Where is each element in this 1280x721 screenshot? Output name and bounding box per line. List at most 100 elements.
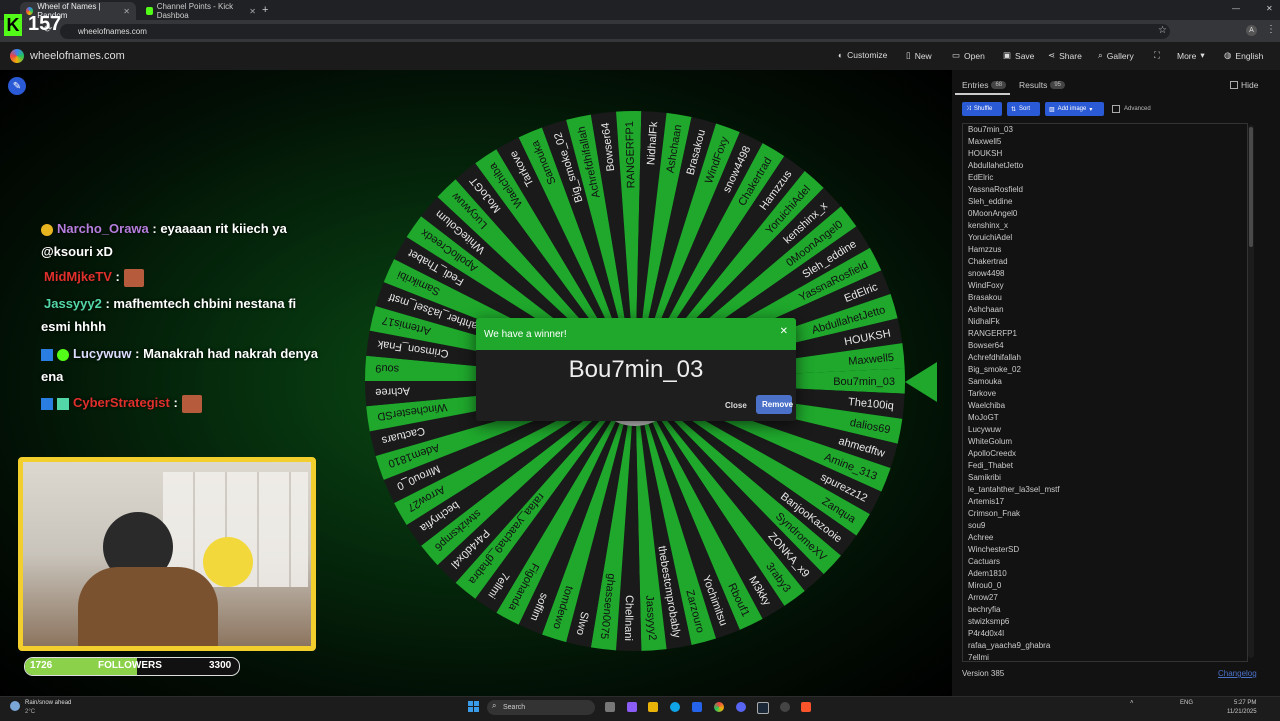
more-button[interactable]: More ▾	[1177, 50, 1205, 61]
entry-line[interactable]: Crimson_Fnak	[963, 508, 1247, 520]
entry-line[interactable]: RANGERFP1	[963, 328, 1247, 340]
brave-icon[interactable]	[801, 702, 811, 712]
entry-line[interactable]: le_tantahther_la3sel_mstf	[963, 484, 1247, 496]
language-button[interactable]: ◍ English	[1224, 50, 1263, 61]
close-tab-icon[interactable]: ✕	[123, 7, 130, 16]
entry-line[interactable]: Artemis17	[963, 496, 1247, 508]
entry-line[interactable]: sou9	[963, 520, 1247, 532]
entry-line[interactable]: Ashchaan	[963, 304, 1247, 316]
entry-line[interactable]: 7ellmi	[963, 652, 1247, 661]
app-title[interactable]: wheelofnames.com	[30, 50, 125, 62]
entry-line[interactable]: Bowser64	[963, 340, 1247, 352]
weather-icon[interactable]	[10, 701, 20, 711]
weather-text[interactable]: Rain/snow ahead	[25, 700, 71, 706]
entry-line[interactable]: NidhalFk	[963, 316, 1247, 328]
file-explorer-icon[interactable]	[648, 702, 658, 712]
chrome-icon[interactable]	[714, 702, 724, 712]
app-icon[interactable]	[627, 702, 637, 712]
tray-chevron-icon[interactable]: ˄	[1130, 700, 1134, 706]
changelog-link[interactable]: Changelog	[1218, 669, 1257, 678]
entry-line[interactable]: Chakertrad	[963, 256, 1247, 268]
entry-line[interactable]: rafaa_yaacha9_ghabra	[963, 640, 1247, 652]
entry-line[interactable]: HOUKSH	[963, 148, 1247, 160]
entry-line[interactable]: WindFoxy	[963, 280, 1247, 292]
shuffle-button[interactable]: ⤨ Shuffle	[962, 102, 1002, 116]
close-tab-icon[interactable]: ✕	[249, 7, 256, 16]
entry-line[interactable]: stwizksmp6	[963, 616, 1247, 628]
entry-line[interactable]: AbdullahetJetto	[963, 160, 1247, 172]
entry-line[interactable]: bechryfia	[963, 604, 1247, 616]
steam-icon[interactable]	[757, 702, 769, 714]
entry-line[interactable]: Waelchiba	[963, 400, 1247, 412]
discord-icon[interactable]	[736, 702, 746, 712]
taskbar-search[interactable]: Search	[487, 700, 595, 715]
entry-line[interactable]: WhiteGolum	[963, 436, 1247, 448]
sort-button[interactable]: ⇅ Sort	[1007, 102, 1040, 116]
close-icon[interactable]: ✕	[780, 326, 788, 337]
entry-line[interactable]: Fedi_Thabet	[963, 460, 1247, 472]
entry-line[interactable]: Bou7min_03	[963, 124, 1247, 136]
customize-button[interactable]: ◐ Customize	[838, 50, 887, 60]
start-button[interactable]	[468, 701, 479, 712]
entry-line[interactable]: Brasakou	[963, 292, 1247, 304]
entries-scrollbar-thumb[interactable]	[1249, 127, 1253, 247]
fullscreen-button[interactable]: ⛶	[1154, 50, 1160, 61]
entry-line[interactable]: Mirou0_0	[963, 580, 1247, 592]
entry-line[interactable]: Samouka	[963, 376, 1247, 388]
obs-icon[interactable]	[780, 702, 790, 712]
clock-date[interactable]: 11/21/2025	[1227, 709, 1257, 715]
store-icon[interactable]	[692, 702, 702, 712]
open-button[interactable]: ▭ Open	[952, 50, 985, 61]
entry-line[interactable]: MoJoGT	[963, 412, 1247, 424]
advanced-toggle[interactable]: Advanced	[1112, 105, 1151, 113]
entry-line[interactable]: Hamzzus	[963, 244, 1247, 256]
entry-line[interactable]: Samikribi	[963, 472, 1247, 484]
window-close-icon[interactable]: ✕	[1266, 4, 1273, 13]
edit-pencil-icon[interactable]: ✎	[8, 77, 26, 95]
entry-line[interactable]: Cactuars	[963, 556, 1247, 568]
tab-entries[interactable]: Entries 68	[962, 80, 1007, 90]
entry-line[interactable]: EdElric	[963, 172, 1247, 184]
close-button[interactable]: Close	[720, 398, 752, 413]
gallery-button[interactable]: ⌕ Gallery	[1098, 50, 1134, 61]
browser-menu-icon[interactable]: ⋮	[1266, 24, 1276, 35]
entry-line[interactable]: WinchesterSD	[963, 544, 1247, 556]
edge-icon[interactable]	[670, 702, 680, 712]
entry-line[interactable]: YassnaRosfield	[963, 184, 1247, 196]
entry-line[interactable]: Sleh_eddine	[963, 196, 1247, 208]
clock-time[interactable]: 5:27 PM	[1234, 700, 1256, 706]
url-input[interactable]: wheelofnames.com	[60, 24, 1170, 39]
tab-channel-points[interactable]: Channel Points - Kick Dashboa ✕	[140, 2, 262, 20]
entry-line[interactable]: snow4498	[963, 268, 1247, 280]
entry-line[interactable]: Adem1810	[963, 568, 1247, 580]
remove-button[interactable]: Remove	[756, 395, 793, 414]
new-button[interactable]: ▯ New	[906, 50, 932, 61]
entry-line[interactable]: kenshinx_x	[963, 220, 1247, 232]
entry-line[interactable]: 0MoonAngel0	[963, 208, 1247, 220]
advanced-checkbox[interactable]	[1112, 105, 1120, 113]
hide-toggle[interactable]: Hide	[1230, 80, 1258, 90]
entry-line[interactable]: P4r4d0x4l	[963, 628, 1247, 640]
hide-checkbox[interactable]	[1230, 81, 1238, 89]
new-tab-icon[interactable]: +	[262, 4, 268, 16]
entry-line[interactable]: Arrow27	[963, 592, 1247, 604]
share-button[interactable]: ⋖ Share	[1048, 50, 1082, 61]
task-view-icon[interactable]	[605, 702, 615, 712]
language-indicator[interactable]: ENG	[1180, 700, 1193, 706]
entry-line[interactable]: Achree	[963, 532, 1247, 544]
tab-results[interactable]: Results 95	[1019, 80, 1066, 90]
entry-line[interactable]: Achrefdhifallah	[963, 352, 1247, 364]
entries-textarea[interactable]: Bou7min_03 Maxwell5 HOUKSH AbdullahetJetto E…	[962, 123, 1248, 662]
entry-line[interactable]: ApolloCreedx	[963, 448, 1247, 460]
add-image-button[interactable]: ▨ Add image ▾	[1045, 102, 1104, 116]
minimize-icon[interactable]: —	[1232, 4, 1240, 13]
profile-avatar[interactable]: A	[1246, 25, 1257, 36]
entry-line[interactable]: YoruichiAdel	[963, 232, 1247, 244]
badge-icon	[41, 348, 53, 361]
entry-line[interactable]: Big_smoke_02	[963, 364, 1247, 376]
save-button[interactable]: ▣ Save	[1003, 50, 1034, 61]
bookmark-star-icon[interactable]: ☆	[1158, 25, 1167, 36]
entry-line[interactable]: Tarkove	[963, 388, 1247, 400]
entry-line[interactable]: Lucywuw	[963, 424, 1247, 436]
entry-line[interactable]: Maxwell5	[963, 136, 1247, 148]
